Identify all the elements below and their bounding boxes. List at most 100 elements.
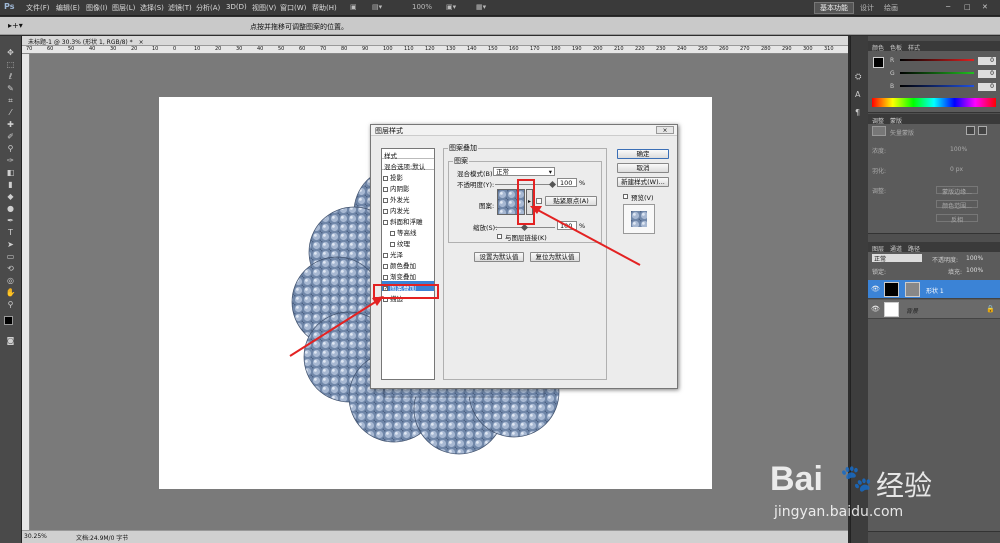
style-item[interactable]: 内阴影 — [382, 182, 434, 193]
fill-value[interactable]: 100% — [966, 267, 983, 274]
bridge-icon[interactable]: ▣ — [350, 3, 357, 11]
color-ramp[interactable] — [872, 98, 996, 107]
eye-icon[interactable]: 👁 — [871, 305, 880, 313]
workspace-paint[interactable]: 绘画 — [884, 3, 898, 13]
marquee-tool-icon[interactable]: ⬚ — [4, 60, 17, 70]
eyedropper-icon[interactable]: ⁄ — [4, 108, 17, 118]
layer-opacity-value[interactable]: 100% — [966, 255, 983, 262]
3d-rotate-icon[interactable]: ⟲ — [4, 264, 17, 274]
shape-icon[interactable]: ▭ — [4, 252, 17, 262]
close-tab-icon[interactable]: × — [139, 39, 144, 46]
rgb-value[interactable]: 0 — [978, 83, 996, 91]
opacity-knob[interactable] — [548, 180, 557, 189]
reset-default-button[interactable]: 复位为默认值 — [530, 252, 580, 262]
eye-icon[interactable]: 👁 — [871, 285, 880, 293]
style-item[interactable]: 等高线 — [382, 226, 434, 237]
checkbox-icon[interactable] — [390, 241, 395, 247]
pixel-mask-icon[interactable] — [966, 126, 975, 135]
3d-orbit-icon[interactable]: ◎ — [4, 276, 17, 286]
blending-options[interactable]: 混合选项:默认 — [382, 160, 434, 171]
arrange-icon[interactable]: ▤▾ — [372, 3, 382, 11]
set-default-button[interactable]: 设置为默认值 — [474, 252, 524, 262]
color-range-button[interactable]: 颜色范围... — [936, 200, 978, 210]
brush-icon[interactable]: ✐ — [4, 132, 17, 142]
menu-3d[interactable]: 3D(D) — [226, 3, 247, 11]
link-checkbox[interactable] — [497, 232, 504, 240]
style-item[interactable]: 颜色叠加 — [382, 259, 434, 270]
maximize-icon[interactable]: □ — [964, 3, 971, 11]
invert-button[interactable]: 反相 — [936, 214, 978, 224]
fg-swatch[interactable] — [873, 57, 884, 68]
new-style-button[interactable]: 新建样式(W)... — [617, 177, 669, 187]
document-tab[interactable]: 未标题-1 @ 30.3% (形状 1, RGB/8) * × — [22, 36, 848, 46]
opacity-field[interactable]: 100 — [557, 178, 577, 187]
crop-tool-icon[interactable]: ⌗ — [4, 96, 17, 106]
vector-mask-icon[interactable] — [978, 126, 987, 135]
opacity-slider[interactable] — [495, 184, 555, 185]
workspace-switcher[interactable]: 基本功能 — [814, 2, 854, 14]
blend-mode-select[interactable]: 正常 ▾ — [493, 167, 555, 176]
density-value[interactable]: 100% — [950, 146, 967, 153]
rgb-value[interactable]: 0 — [978, 57, 996, 65]
move-tool-icon[interactable]: ▸+▾ — [8, 21, 23, 30]
hand-icon[interactable]: ✋ — [4, 288, 17, 298]
rgb-slider[interactable] — [900, 85, 974, 87]
checkbox-icon[interactable]: ✓ — [383, 285, 388, 291]
menu-file[interactable]: 文件(F) — [26, 3, 50, 13]
mask-icon[interactable] — [872, 126, 886, 136]
checkbox-icon[interactable] — [383, 219, 388, 225]
gradient-icon[interactable]: ▮ — [4, 180, 17, 190]
menu-window[interactable]: 窗口(W) — [280, 3, 306, 13]
scale-knob[interactable] — [520, 223, 529, 232]
styles-header[interactable]: 样式 — [382, 149, 434, 160]
type-icon[interactable]: T — [4, 228, 17, 238]
menu-select[interactable]: 选择(S) — [140, 3, 164, 13]
style-item[interactable]: 光泽 — [382, 248, 434, 259]
lasso-tool-icon[interactable]: ℓ — [4, 72, 17, 82]
pattern-swatch[interactable] — [497, 189, 525, 215]
feather-value[interactable]: 0 px — [950, 166, 963, 173]
layer-row[interactable]: 👁 形状 1 — [868, 280, 1000, 299]
checkbox-icon[interactable] — [383, 197, 388, 203]
style-item[interactable]: 外发光 — [382, 193, 434, 204]
stamp-icon[interactable]: ⚲ — [4, 144, 17, 154]
menu-layer[interactable]: 图层(L) — [112, 3, 135, 13]
mask-edge-button[interactable]: 蒙版边缘... — [936, 186, 978, 196]
move-tool-icon[interactable]: ✥ — [4, 48, 17, 58]
menu-analysis[interactable]: 分析(A) — [196, 3, 220, 13]
character-icon[interactable]: A — [855, 90, 860, 99]
style-item[interactable]: 投影 — [382, 171, 434, 182]
foreground-color[interactable] — [4, 316, 13, 325]
menu-filter[interactable]: 滤镜(T) — [168, 3, 192, 13]
quick-select-icon[interactable]: ✎ — [4, 84, 17, 94]
rgb-slider[interactable] — [900, 72, 974, 74]
zoom-level[interactable]: 100% — [412, 3, 432, 11]
style-item[interactable]: 斜面和浮雕 — [382, 215, 434, 226]
menu-help[interactable]: 帮助(H) — [312, 3, 337, 13]
preview-checkbox[interactable] — [623, 192, 630, 200]
path-select-icon[interactable]: ➤ — [4, 240, 17, 250]
close-icon[interactable]: ✕ — [982, 3, 988, 11]
pattern-picker-arrow-icon[interactable]: ▸ — [526, 189, 533, 215]
ok-button[interactable]: 确定 — [617, 149, 669, 159]
history-icon[interactable]: ⛭ — [855, 72, 861, 82]
scale-field[interactable]: 100 — [557, 221, 577, 230]
zoom-tool-icon[interactable]: ⚲ — [4, 300, 17, 310]
layer-row[interactable]: 👁 背景 🔒 — [868, 300, 1000, 319]
quick-mask-icon[interactable]: ◙ — [4, 336, 17, 346]
checkbox-icon[interactable] — [383, 296, 388, 302]
checkbox-icon[interactable] — [383, 208, 388, 214]
new-preset-icon[interactable] — [536, 198, 542, 204]
blur-icon[interactable]: ◆ — [4, 192, 17, 202]
checkbox-icon[interactable] — [390, 230, 395, 236]
dialog-close-icon[interactable]: ⨯ — [656, 126, 674, 134]
menu-view[interactable]: 视图(V) — [252, 3, 276, 13]
extras-icon[interactable]: ▦▾ — [476, 3, 486, 11]
status-zoom[interactable]: 30.25% — [24, 533, 47, 540]
paragraph-icon[interactable]: ¶ — [855, 108, 860, 117]
layer-blend-select[interactable]: 正常 — [872, 254, 922, 263]
dodge-icon[interactable]: ● — [4, 204, 17, 214]
rgb-value[interactable]: 0 — [978, 70, 996, 78]
checkbox-icon[interactable] — [383, 252, 388, 258]
checkbox-icon[interactable] — [383, 274, 388, 280]
